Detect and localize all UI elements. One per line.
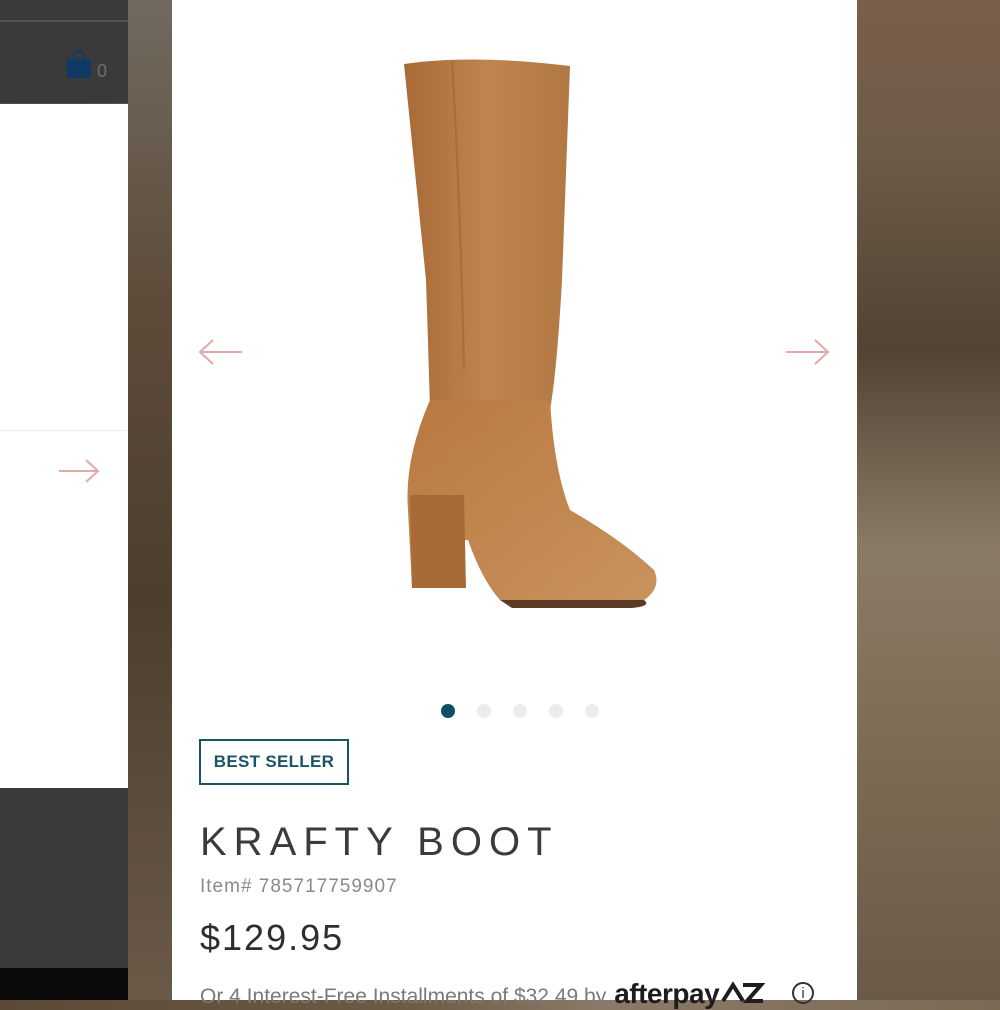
product-image[interactable] bbox=[382, 40, 682, 620]
background-photo bbox=[857, 0, 1000, 1000]
cart-count: 0 bbox=[97, 61, 108, 81]
installment-text: Or 4 Interest-Free Installments of $32.4… bbox=[200, 985, 607, 1008]
gallery-dots bbox=[441, 704, 599, 718]
background-content bbox=[0, 104, 128, 788]
gallery-dot[interactable] bbox=[441, 704, 455, 718]
background-footer bbox=[0, 788, 128, 968]
afterpay-logo-text: afterpay bbox=[614, 978, 720, 1009]
item-number: Item# 785717759907 bbox=[200, 876, 398, 897]
best-seller-badge: BEST SELLER bbox=[199, 739, 349, 785]
arrow-right-icon[interactable] bbox=[784, 338, 830, 366]
background-header: 0 bbox=[0, 0, 128, 103]
divider bbox=[0, 430, 128, 431]
shopping-bag-icon[interactable] bbox=[66, 50, 92, 78]
info-icon[interactable]: i bbox=[792, 982, 814, 1004]
gallery-dot[interactable] bbox=[549, 704, 563, 718]
product-title: KRAFTY BOOT bbox=[200, 820, 559, 864]
product-price: $129.95 bbox=[200, 917, 345, 958]
background-photo bbox=[128, 0, 172, 1000]
divider bbox=[0, 20, 128, 22]
background-page: 0 bbox=[0, 0, 128, 1000]
gallery-dot[interactable] bbox=[585, 704, 599, 718]
arrow-left-icon[interactable] bbox=[198, 338, 244, 366]
installment-info: Or 4 Interest-Free Installments of $32.4… bbox=[200, 978, 766, 1010]
arrow-right-icon bbox=[59, 459, 100, 483]
gallery-dot[interactable] bbox=[477, 704, 491, 718]
background-bar bbox=[0, 968, 128, 1000]
product-card: BEST SELLER KRAFTY BOOT Item# 7857177599… bbox=[172, 0, 857, 1009]
gallery-dot[interactable] bbox=[513, 704, 527, 718]
